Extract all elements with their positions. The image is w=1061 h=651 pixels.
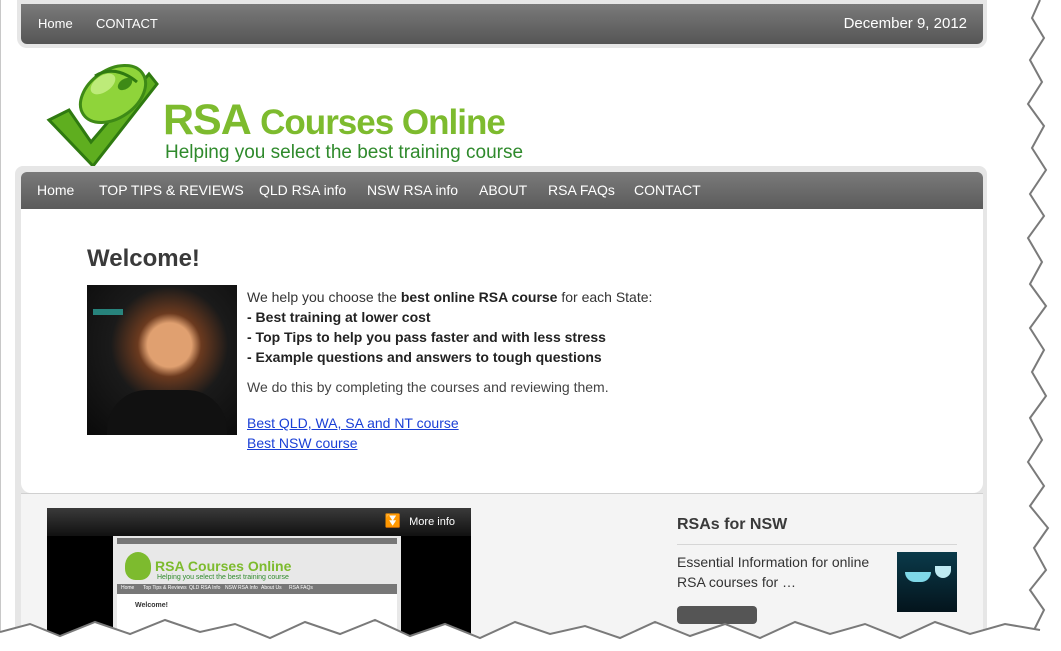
browser-page: Home CONTACT December 9, 2012 RSA Course… bbox=[0, 0, 1041, 640]
video-toolbar: ⏬ More info bbox=[47, 508, 471, 536]
link-best-qld-wa-sa-nt-course[interactable]: Best QLD, WA, SA and NT course bbox=[247, 413, 459, 433]
nav-home[interactable]: Home bbox=[37, 182, 74, 198]
top-link-home[interactable]: Home bbox=[38, 16, 73, 31]
thumb-nav-item: NSW RSA Info bbox=[225, 585, 258, 591]
more-info-button[interactable]: More info bbox=[409, 516, 455, 528]
thumb-nav-item: RSA FAQs bbox=[289, 585, 313, 591]
top-link-contact[interactable]: CONTACT bbox=[96, 16, 158, 31]
torn-edge-right bbox=[1026, 0, 1061, 651]
current-date: December 9, 2012 bbox=[843, 15, 967, 32]
glass-shape bbox=[905, 572, 931, 582]
photo-shirt bbox=[107, 390, 227, 435]
list-item: - Best training at lower cost bbox=[247, 309, 431, 325]
welcome-section: Welcome! We help you choose the best onl… bbox=[21, 209, 983, 493]
list-item: - Top Tips to help you pass faster and w… bbox=[247, 329, 606, 345]
course-links: Best QLD, WA, SA and NT course Best NSW … bbox=[247, 413, 459, 453]
thumb-nav-item: About Us bbox=[261, 585, 282, 591]
thumb-nav-item: Top Tips & Reviews bbox=[143, 585, 187, 591]
thumb-title: RSA Courses Online bbox=[155, 558, 292, 574]
thumb-nav-item: Home bbox=[121, 585, 135, 591]
sidebar-text: Essential Information for online RSA cou… bbox=[677, 554, 870, 590]
presenter-photo bbox=[87, 285, 237, 435]
thumb-logo-icon bbox=[125, 552, 151, 580]
thumb-nav: Home Top Tips & Reviews QLD RSA Info NSW… bbox=[117, 584, 397, 594]
nav-top-tips-reviews[interactable]: TOP TIPS & REVIEWS bbox=[99, 182, 244, 198]
benefit-list: - Best training at lower cost - Top Tips… bbox=[247, 307, 606, 367]
nav-nsw-rsa-info[interactable]: NSW RSA info bbox=[367, 182, 458, 198]
site-logo[interactable]: RSA Courses Online Helping you select th… bbox=[45, 54, 525, 170]
thumb-heading: Welcome! bbox=[135, 602, 168, 609]
nav-rsa-faqs[interactable]: RSA FAQs bbox=[548, 182, 615, 198]
mouse-checkmark-icon bbox=[46, 63, 159, 169]
thumb-tagline: Helping you select the best training cou… bbox=[157, 574, 289, 581]
glass-shape bbox=[935, 566, 951, 578]
nav-qld-rsa-info[interactable]: QLD RSA info bbox=[259, 182, 346, 198]
double-chevron-down-icon: ⏬ bbox=[384, 513, 401, 528]
sidebar-divider bbox=[677, 544, 957, 545]
logo-title: RSA Courses Online bbox=[163, 96, 506, 144]
nav-contact[interactable]: CONTACT bbox=[634, 182, 701, 198]
torn-edge-bottom bbox=[0, 618, 1061, 651]
sidebar-title: RSAs for NSW bbox=[677, 516, 788, 533]
thumb-topbar bbox=[117, 538, 397, 544]
wine-glasses-image bbox=[897, 552, 957, 612]
photo-light bbox=[93, 309, 123, 315]
nav-about[interactable]: ABOUT bbox=[479, 182, 527, 198]
link-best-nsw-course[interactable]: Best NSW course bbox=[247, 433, 459, 453]
thumb-nav-item: QLD RSA Info bbox=[189, 585, 221, 591]
logo-tagline: Helping you select the best training cou… bbox=[165, 142, 524, 163]
main-navigation: Home TOP TIPS & REVIEWS QLD RSA info NSW… bbox=[21, 172, 983, 210]
intro-text: We help you choose the best online RSA c… bbox=[247, 289, 653, 305]
review-note: We do this by completing the courses and… bbox=[247, 379, 609, 395]
page-title: Welcome! bbox=[87, 245, 200, 272]
list-item: - Example questions and answers to tough… bbox=[247, 349, 602, 365]
top-utility-bar: Home CONTACT December 9, 2012 bbox=[21, 4, 983, 44]
